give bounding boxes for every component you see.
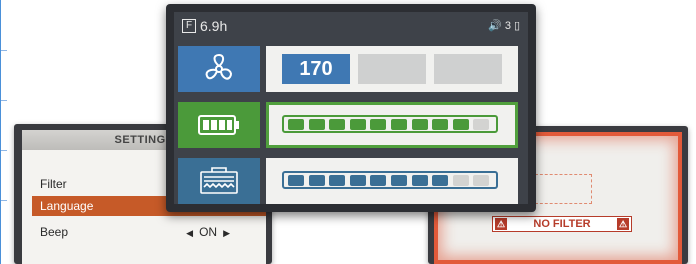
battery-segment xyxy=(329,119,346,130)
settings-item-label: Language xyxy=(40,199,94,213)
status-bar: F 6.9h 🔊 3 ▯ xyxy=(174,12,528,40)
fan-icon xyxy=(205,53,232,80)
filter-segment xyxy=(288,175,304,186)
battery-segment xyxy=(473,119,490,130)
battery-level-bar xyxy=(282,115,498,133)
fan-speed-level-2[interactable] xyxy=(358,54,426,84)
filter-segment xyxy=(432,175,449,186)
filter-segment xyxy=(308,175,325,186)
filter-segment xyxy=(473,175,490,186)
speaker-icon: 🔊 xyxy=(488,20,502,32)
battery-level-panel xyxy=(266,102,518,148)
battery-segment xyxy=(452,119,469,130)
left-border xyxy=(0,0,7,264)
main-display: F 6.9h 🔊 3 ▯ 170 xyxy=(174,12,528,204)
filter-badge: F xyxy=(182,19,196,33)
signal-text: 3 xyxy=(504,20,511,32)
runtime-hours: 6.9h xyxy=(200,18,228,34)
fan-speed-level-3[interactable] xyxy=(434,54,502,84)
main-status-screen: F 6.9h 🔊 3 ▯ 170 xyxy=(166,4,536,212)
warning-icon: ⚠ xyxy=(617,218,629,230)
battery-segment xyxy=(370,119,387,130)
battery-segment xyxy=(432,119,449,130)
filter-tile[interactable] xyxy=(178,158,260,204)
filter-segment xyxy=(349,175,366,186)
filter-segment xyxy=(411,175,428,186)
filter-segment xyxy=(370,175,387,186)
filter-icon xyxy=(200,167,238,194)
battery-segment xyxy=(288,119,304,130)
filter-segment xyxy=(391,175,407,186)
arrow-left-icon[interactable]: ◀ xyxy=(186,228,193,238)
battery-segment xyxy=(391,119,407,130)
battery-segment xyxy=(411,119,428,130)
fan-speed-panel: 170 xyxy=(266,46,518,92)
no-filter-message: NO FILTER xyxy=(533,218,591,230)
fan-tile[interactable] xyxy=(178,46,260,92)
battery-tile[interactable] xyxy=(178,102,260,148)
filter-life-bar xyxy=(282,171,498,189)
status-icons: 🔊 3 ▯ xyxy=(485,12,520,40)
arrow-right-icon[interactable]: ▶ xyxy=(223,228,230,238)
battery-segment xyxy=(349,119,366,130)
settings-item-label: Filter xyxy=(40,177,67,191)
filter-segment xyxy=(452,175,469,186)
settings-item-label: Beep xyxy=(40,225,69,239)
battery-icon xyxy=(198,115,239,135)
beep-value-selector[interactable]: ◀ ON ▶ xyxy=(180,222,236,243)
beep-value: ON xyxy=(199,225,218,239)
fan-speed-value[interactable]: 170 xyxy=(282,54,350,84)
no-filter-banner: ⚠ NO FILTER ⚠ xyxy=(492,216,632,232)
filter-segment xyxy=(329,175,346,186)
phone-icon: ▯ xyxy=(513,20,520,32)
filter-outline-icon xyxy=(530,174,592,204)
settings-item-beep[interactable]: Beep ◀ ON ▶ xyxy=(40,222,266,242)
filter-life-panel xyxy=(266,158,518,204)
battery-segment xyxy=(308,119,325,130)
warning-icon: ⚠ xyxy=(495,218,507,230)
